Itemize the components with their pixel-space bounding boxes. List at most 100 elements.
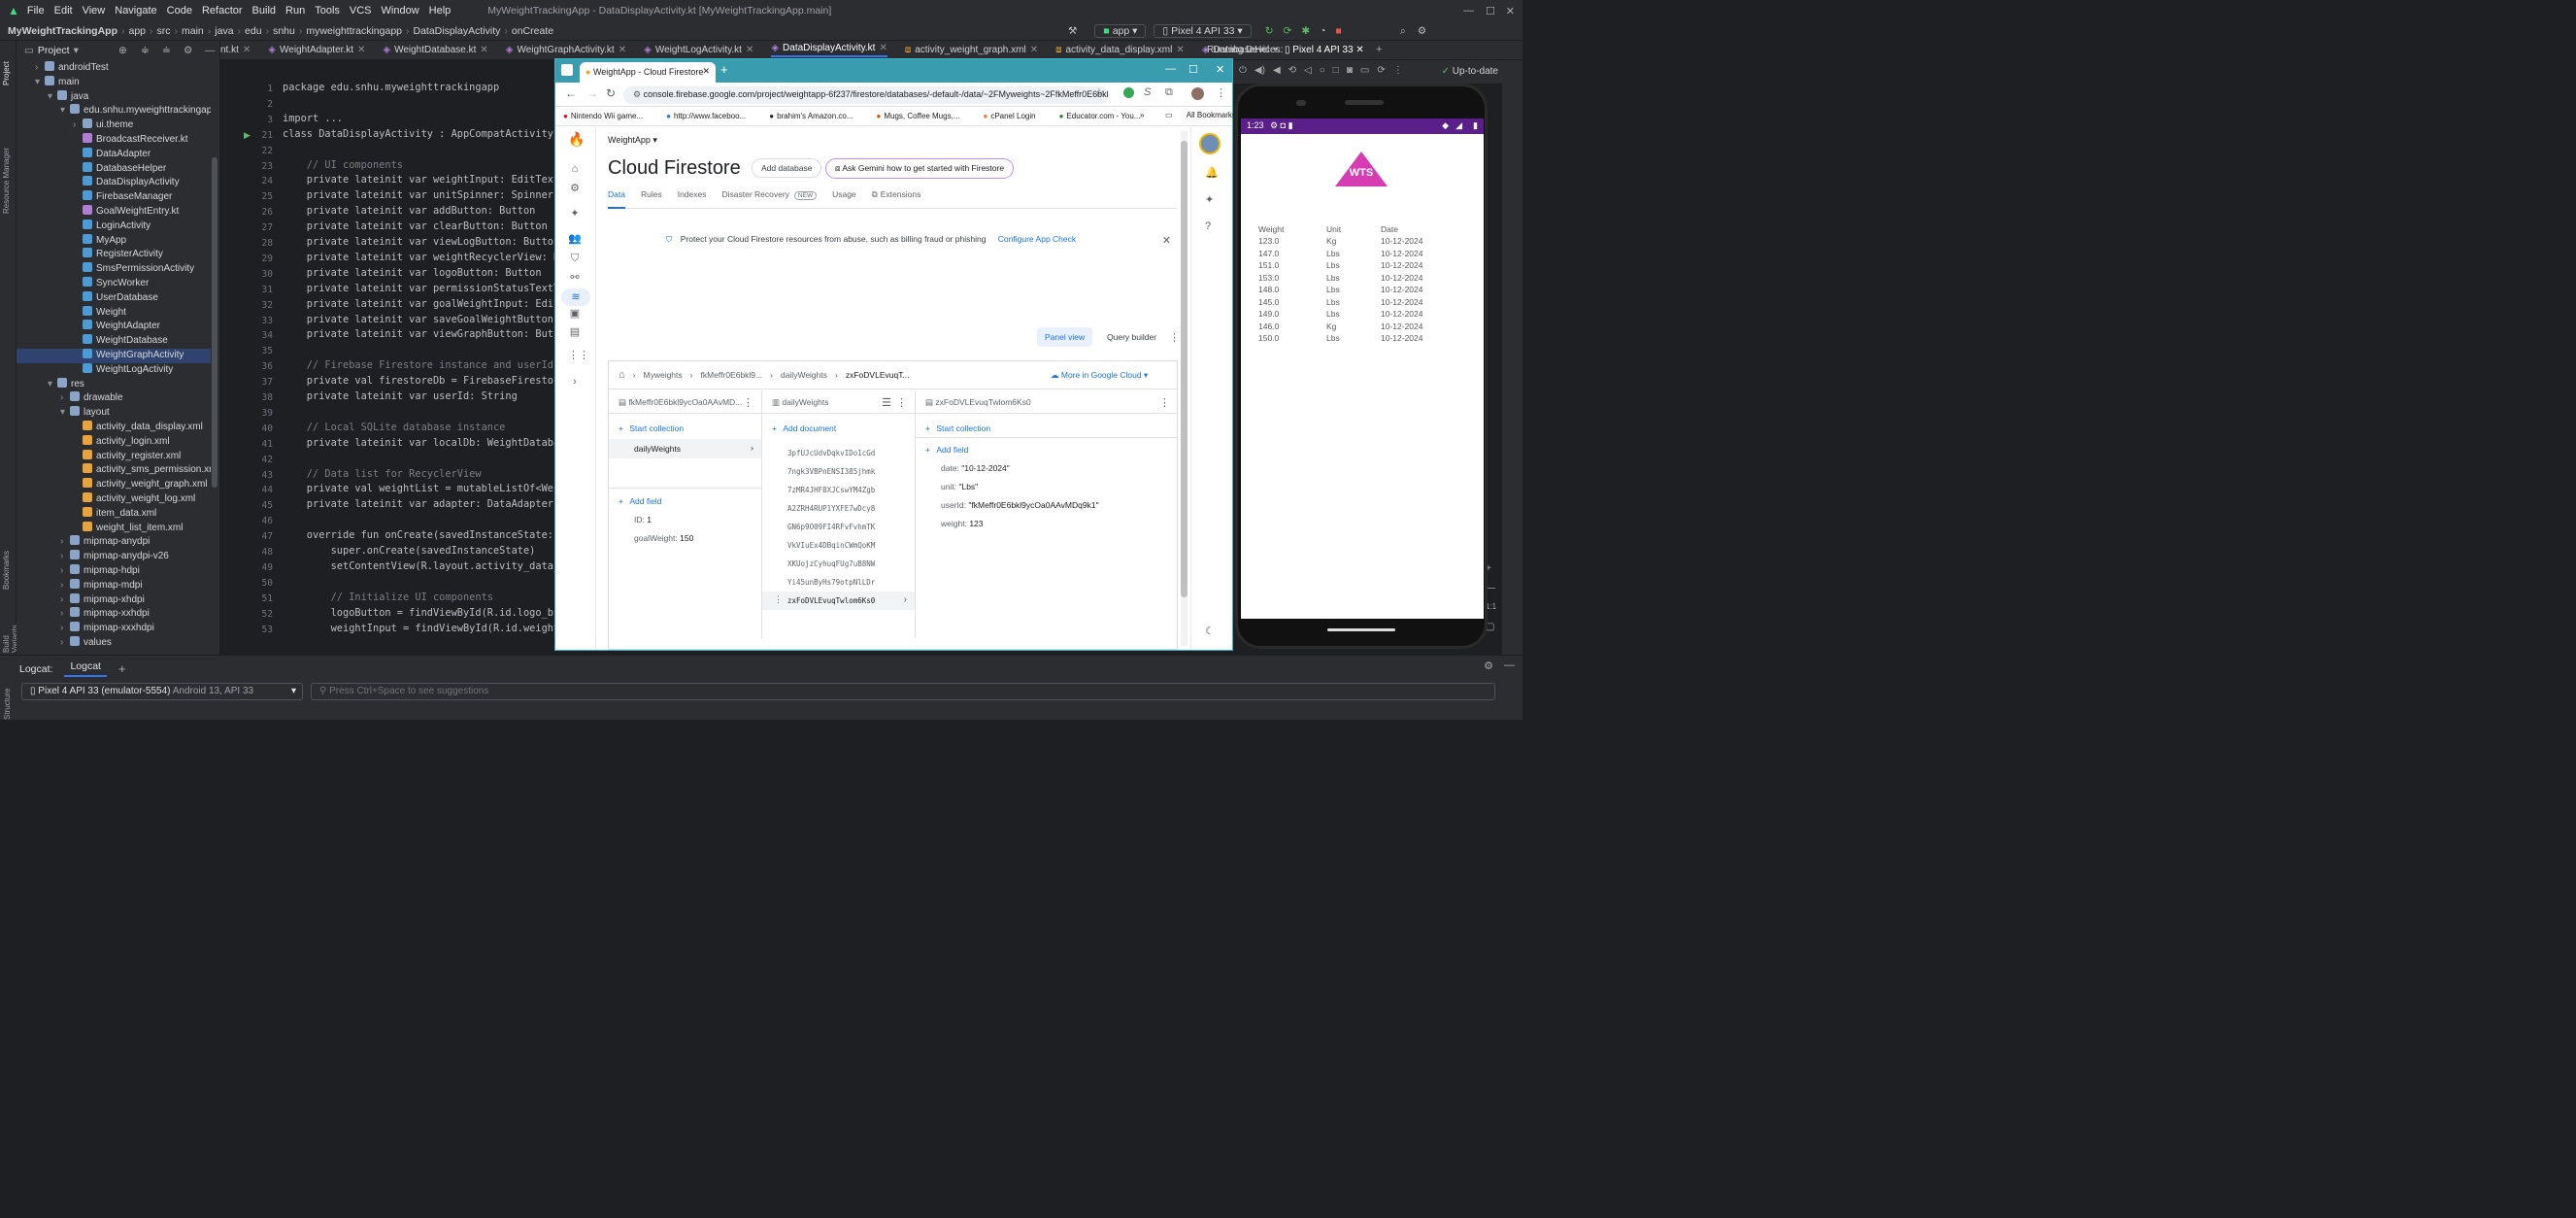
home-icon[interactable]: ⌂ [619, 369, 625, 381]
help-icon[interactable]: ? [1205, 220, 1211, 232]
field-id[interactable]: ID: 1 [634, 515, 652, 524]
bookmark-star-icon[interactable]: ☆ [1094, 86, 1104, 99]
close-tab-icon[interactable]: ✕ [702, 66, 710, 77]
tree-item[interactable]: ▾ main [17, 75, 211, 90]
breadcrumb-item[interactable]: DataDisplayActivity [414, 25, 501, 37]
add-tab-icon[interactable]: + [118, 661, 126, 676]
document-item[interactable]: GN6p9O09FI4RFvFvhmTK [762, 518, 915, 536]
add-field-button[interactable]: + Add field [619, 496, 661, 506]
tree-item[interactable]: GoalWeightEntry.kt [17, 205, 211, 220]
url-input[interactable]: ⚙ console.firebase.google.com/project/we… [623, 86, 1109, 104]
table-row[interactable]: 151.0 Lbs 10-12-2024 [1241, 260, 1484, 272]
collection-item[interactable]: dailyWeights › [609, 439, 761, 458]
more-options-icon[interactable]: ⋮ [1169, 331, 1180, 344]
menu-item-build[interactable]: Build [252, 5, 276, 17]
bookmark-item[interactable]: ● Nintendo Wii game... [563, 112, 654, 120]
tree-item[interactable]: › mipmap-anydpi [17, 535, 211, 550]
path-segment[interactable]: fkMeffr0E6bkl9... [701, 370, 763, 380]
chevron-right-icon[interactable]: › [60, 535, 70, 550]
chevron-right-icon[interactable]: ▾ [48, 90, 57, 105]
project-view-dropdown[interactable]: Project [38, 45, 70, 56]
table-row[interactable]: 150.0 Lbs 10-12-2024 [1241, 333, 1484, 345]
search-icon[interactable]: ⌕ [1400, 25, 1406, 38]
field-unit[interactable]: unit: "Lbs" [941, 482, 978, 491]
camera-icon[interactable]: ▭ [1360, 65, 1369, 76]
back-icon[interactable]: ← [565, 86, 577, 100]
chevron-right-icon[interactable]: › [60, 593, 70, 608]
maximize-icon[interactable]: ☐ [1486, 5, 1495, 17]
document-item[interactable]: VkVIuEx4DBqinCWmQoKM [762, 536, 915, 555]
chevron-right-icon[interactable]: › [73, 118, 83, 133]
editor-tab[interactable]: ◈ WeightAdapter.kt ✕ [268, 45, 365, 55]
document-item[interactable]: A2ZRH4RUP1YXFE7wDcy8 [762, 499, 915, 518]
chevron-right-icon[interactable]: › [60, 607, 70, 622]
breadcrumb-item[interactable]: src [157, 25, 171, 37]
tree-item[interactable]: RegisterActivity [17, 248, 211, 262]
field-weight[interactable]: weight: 123 [941, 519, 984, 528]
breadcrumb-item[interactable]: java [215, 25, 233, 37]
tab-rules[interactable]: Rules [641, 189, 662, 209]
menu-item-code[interactable]: Code [167, 5, 192, 17]
editor-tab[interactable]: ◈ WeightDatabase.kt ✕ [383, 45, 487, 55]
bookmarks-tool-button[interactable]: Bookmarks [2, 541, 14, 590]
tree-item[interactable]: BroadcastReceiver.kt [17, 133, 211, 148]
volume-up-icon[interactable]: ◀) [1255, 65, 1265, 76]
path-segment[interactable]: Myweights [644, 370, 683, 380]
chevron-right-icon[interactable]: › [35, 61, 45, 76]
chevron-down-icon[interactable]: ▾ [74, 45, 79, 56]
tree-item[interactable]: WeightGraphActivity [17, 349, 211, 363]
field-goal-weight[interactable]: goalWeight: 150 [634, 533, 693, 543]
field-userid[interactable]: userId: "fkMeffr0E6bkl9ycOa0AAvMDq9k1" [941, 500, 1099, 510]
more-bookmarks-icon[interactable]: » [1140, 111, 1144, 119]
bookmark-item[interactable]: ● Educator.com - You... [1059, 112, 1153, 120]
tree-item[interactable]: MyApp [17, 233, 211, 249]
screenshot-icon[interactable]: ◙ [1347, 65, 1353, 76]
tree-item[interactable]: ▾ java [17, 89, 211, 105]
phone-screen[interactable]: 1:23 ⚙ ◘ ▮ ◆ ◢ ▮ WTS Weight Unit Date 123.0… [1241, 118, 1484, 619]
menu-item-navigate[interactable]: Navigate [115, 5, 156, 17]
chevron-right-icon[interactable]: › [60, 550, 70, 564]
scrollbar[interactable] [1181, 131, 1188, 646]
tree-item[interactable]: › ui.theme [17, 118, 211, 133]
breadcrumb-item[interactable]: MyWeightTrackingApp [8, 25, 117, 37]
add-document-button[interactable]: + Add document [772, 423, 836, 433]
close-tab-icon[interactable]: ✕ [1030, 45, 1038, 55]
wts-logo-button[interactable]: WTS [1333, 148, 1389, 190]
gear-icon[interactable]: ⚙ [184, 45, 192, 56]
rotate-icon[interactable]: ⟲ [1288, 65, 1296, 76]
breadcrumb-item[interactable]: app [128, 25, 146, 37]
project-tool-button[interactable]: Project [2, 47, 14, 85]
menu-item-vcs[interactable]: VCS [350, 5, 372, 17]
tree-item[interactable]: › mipmap-anydpi-v26 [17, 550, 211, 564]
chevron-right-icon[interactable]: ▾ [60, 104, 70, 118]
menu-item-tools[interactable]: Tools [315, 5, 340, 17]
reload-icon[interactable]: ↻ [606, 86, 616, 100]
account-avatar[interactable] [1199, 133, 1221, 154]
tab-data[interactable]: Data [608, 189, 625, 209]
table-row[interactable]: 147.0 Lbs 10-12-2024 [1241, 249, 1484, 260]
tree-item[interactable]: DataDisplayActivity [17, 176, 211, 190]
chevron-right-icon[interactable]: ▾ [60, 406, 70, 421]
start-collection-button[interactable]: + Start collection [619, 423, 684, 433]
editor-tab[interactable]: nt.kt ✕ [220, 45, 251, 55]
more-options-icon[interactable]: ⋮ [743, 396, 753, 409]
bell-icon[interactable]: 🔔 [1205, 166, 1219, 179]
menu-item-refactor[interactable]: Refactor [202, 5, 243, 17]
chevron-right-icon[interactable]: › [60, 579, 70, 593]
tab-disaster-recovery[interactable]: Disaster Recovery NEW [721, 189, 818, 209]
close-tab-icon[interactable]: ✕ [357, 45, 365, 55]
tree-item[interactable]: DataAdapter [17, 147, 211, 162]
tree-item[interactable]: › mipmap-xxxhdpi [17, 622, 211, 636]
tree-item[interactable]: SyncWorker [17, 277, 211, 291]
add-device-icon[interactable]: + [1376, 44, 1382, 55]
editor-tab[interactable]: ◈ DataDisplayActivity.kt ✕ [771, 43, 887, 57]
document-item[interactable]: zxFoDVLEvuqTwlom6Ks0 ⋮ › [762, 592, 915, 610]
sparkle-icon[interactable]: ✦ [568, 207, 582, 220]
breadcrumb-item[interactable]: myweighttrackingapp [306, 25, 402, 37]
build-variants-tool-button[interactable]: Build Variants [2, 606, 19, 653]
chevron-right-icon[interactable]: › [60, 391, 70, 406]
menu-item-run[interactable]: Run [285, 5, 305, 17]
tree-item[interactable]: SmsPermissionActivity [17, 262, 211, 277]
close-tab-icon[interactable]: ✕ [1176, 45, 1184, 55]
more-in-google-cloud-button[interactable]: ☁ More in Google Cloud ▾ [1051, 370, 1148, 381]
